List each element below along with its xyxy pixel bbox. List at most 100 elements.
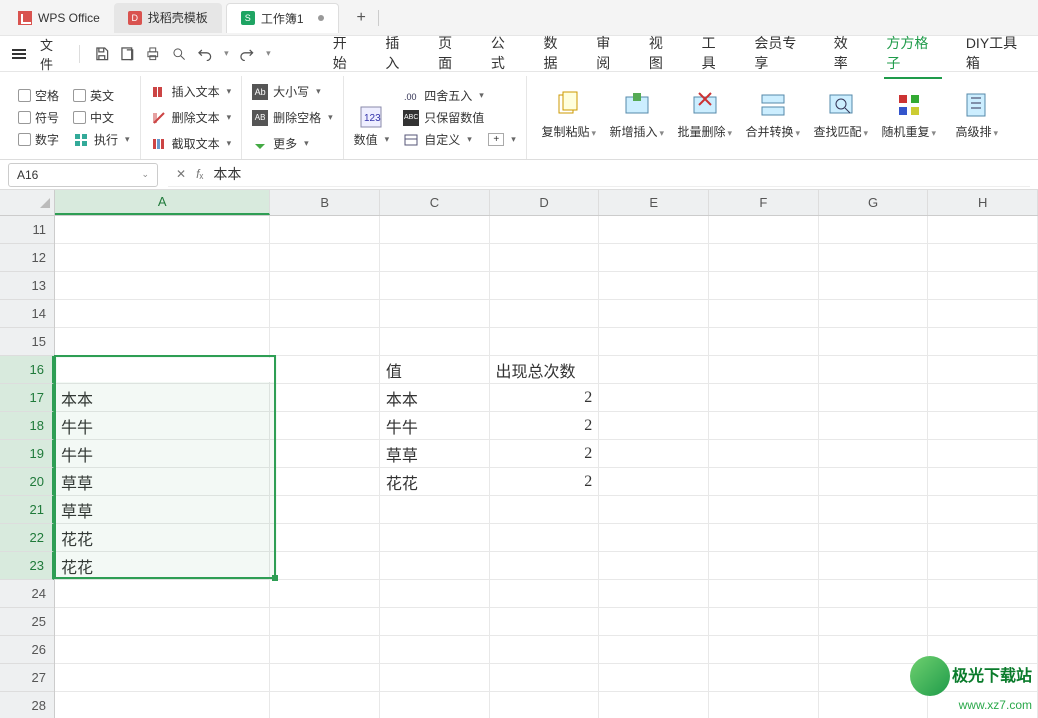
row-header-27[interactable]: 27	[0, 664, 54, 692]
cell-E26[interactable]	[599, 636, 709, 664]
cell-B27[interactable]	[270, 664, 380, 692]
cell-H15[interactable]	[928, 328, 1038, 356]
name-box[interactable]: A16 ⌄	[8, 163, 158, 187]
row-header-22[interactable]: 22	[0, 524, 54, 552]
cell-A17[interactable]: 本本	[55, 384, 270, 412]
cell-A11[interactable]	[55, 216, 270, 244]
cell-H22[interactable]	[928, 524, 1038, 552]
cell-E25[interactable]	[599, 608, 709, 636]
tab-templates[interactable]: D 找稻壳模板	[114, 3, 222, 33]
cell-D14[interactable]	[490, 300, 600, 328]
cell-C27[interactable]	[380, 664, 490, 692]
cell-C12[interactable]	[380, 244, 490, 272]
cell-F13[interactable]	[709, 272, 819, 300]
copypaste-button[interactable]: 复制粘贴▾	[537, 80, 601, 150]
menu-tab-10[interactable]: 方方格子	[884, 29, 941, 79]
cell-B15[interactable]	[270, 328, 380, 356]
row-header-19[interactable]: 19	[0, 440, 54, 468]
cell-B11[interactable]	[270, 216, 380, 244]
more-button[interactable]: 更多▾	[252, 133, 333, 155]
save-icon[interactable]	[94, 46, 110, 62]
cell-C24[interactable]	[380, 580, 490, 608]
cell-A25[interactable]	[55, 608, 270, 636]
cell-E24[interactable]	[599, 580, 709, 608]
cell-A14[interactable]	[55, 300, 270, 328]
cell-B23[interactable]	[270, 552, 380, 580]
cell-D21[interactable]	[490, 496, 600, 524]
cell-G16[interactable]	[819, 356, 929, 384]
cells-area[interactable]: 本本值出现总次数本本本本2牛牛牛牛2牛牛草草2草草花花2草草花花花花	[55, 216, 1038, 718]
cell-G11[interactable]	[819, 216, 929, 244]
cell-B25[interactable]	[270, 608, 380, 636]
cell-H25[interactable]	[928, 608, 1038, 636]
cell-C16[interactable]: 值	[380, 356, 490, 384]
cell-B18[interactable]	[270, 412, 380, 440]
cell-H13[interactable]	[928, 272, 1038, 300]
cell-H24[interactable]	[928, 580, 1038, 608]
file-menu[interactable]: 文件	[40, 35, 65, 73]
cell-C23[interactable]	[380, 552, 490, 580]
undo-icon[interactable]	[197, 46, 213, 62]
cell-D20[interactable]: 2	[490, 468, 600, 496]
menu-tab-0[interactable]: 开始	[331, 29, 362, 79]
cell-H27[interactable]	[928, 664, 1038, 692]
row-header-13[interactable]: 13	[0, 272, 54, 300]
menu-tab-1[interactable]: 插入	[383, 29, 414, 79]
cell-G15[interactable]	[819, 328, 929, 356]
new-tab-button[interactable]: +	[351, 9, 372, 27]
cell-D26[interactable]	[490, 636, 600, 664]
number-button[interactable]: 数值▾	[354, 129, 390, 151]
check-number[interactable]: 数字	[18, 129, 59, 151]
cell-E27[interactable]	[599, 664, 709, 692]
cell-F11[interactable]	[709, 216, 819, 244]
merge-button[interactable]: 合并转换▾	[741, 80, 805, 150]
menu-tab-6[interactable]: 视图	[647, 29, 678, 79]
cell-A20[interactable]: 草草	[55, 468, 270, 496]
cell-D27[interactable]	[490, 664, 600, 692]
cell-D22[interactable]	[490, 524, 600, 552]
keep-number-button[interactable]: ABC只保留数值	[403, 107, 516, 129]
row-header-23[interactable]: 23	[0, 552, 54, 580]
tab-workbook[interactable]: S 工作簿1	[226, 3, 339, 33]
cell-E11[interactable]	[599, 216, 709, 244]
cell-F20[interactable]	[709, 468, 819, 496]
cell-H23[interactable]	[928, 552, 1038, 580]
print-icon[interactable]	[145, 46, 161, 62]
cell-A12[interactable]	[55, 244, 270, 272]
delete-space-button[interactable]: AB删除空格▾	[252, 107, 333, 129]
cell-D18[interactable]: 2	[490, 412, 600, 440]
cell-E13[interactable]	[599, 272, 709, 300]
cell-C13[interactable]	[380, 272, 490, 300]
row-header-16[interactable]: 16	[0, 356, 54, 384]
cell-F27[interactable]	[709, 664, 819, 692]
select-all-corner[interactable]	[0, 190, 55, 216]
random-button[interactable]: 随机重复▾	[877, 80, 941, 150]
col-header-C[interactable]: C	[380, 190, 490, 215]
cell-D12[interactable]	[490, 244, 600, 272]
cell-F16[interactable]	[709, 356, 819, 384]
col-header-D[interactable]: D	[490, 190, 600, 215]
cell-G25[interactable]	[819, 608, 929, 636]
cell-D17[interactable]: 2	[490, 384, 600, 412]
cell-H20[interactable]	[928, 468, 1038, 496]
cell-E16[interactable]	[599, 356, 709, 384]
row-header-17[interactable]: 17	[0, 384, 54, 412]
cell-A23[interactable]: 花花	[55, 552, 270, 580]
undo-dropdown-icon[interactable]: ▾	[224, 48, 229, 59]
cell-F21[interactable]	[709, 496, 819, 524]
spreadsheet-grid[interactable]: ABCDEFGH 1112131415161718192021222324252…	[0, 190, 1038, 718]
cell-G18[interactable]	[819, 412, 929, 440]
row-header-28[interactable]: 28	[0, 692, 54, 718]
find-button[interactable]: 查找匹配▾	[809, 80, 873, 150]
cell-E12[interactable]	[599, 244, 709, 272]
cell-G26[interactable]	[819, 636, 929, 664]
cell-C19[interactable]: 草草	[380, 440, 490, 468]
extract-text-button[interactable]: 截取文本▾	[151, 133, 232, 155]
case-button[interactable]: Ab大小写▾	[252, 81, 333, 103]
cell-G21[interactable]	[819, 496, 929, 524]
execute-button[interactable]: 执行▾	[73, 129, 130, 151]
menu-tab-9[interactable]: 效率	[832, 29, 863, 79]
cell-H17[interactable]	[928, 384, 1038, 412]
row-header-14[interactable]: 14	[0, 300, 54, 328]
cell-G23[interactable]	[819, 552, 929, 580]
